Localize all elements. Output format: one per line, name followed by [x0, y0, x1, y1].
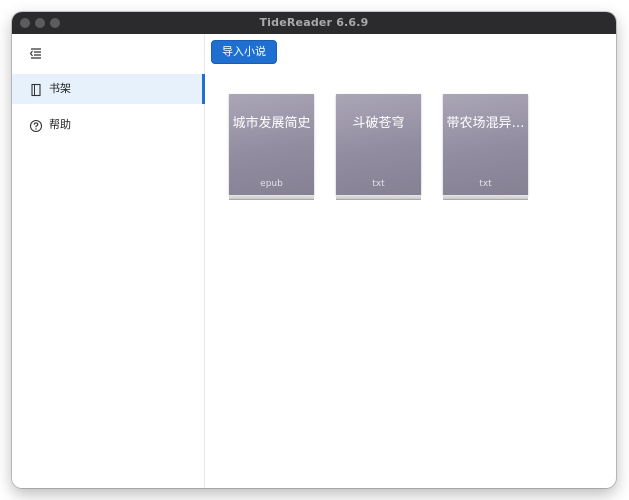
book-format: txt: [479, 179, 492, 189]
help-circle-icon: [29, 118, 43, 133]
book-title: 城市发展简史: [232, 116, 311, 131]
bookshelf-panel: 导入小说 城市发展简史 epub 斗破苍穹 txt 带农场混异… txt: [205, 34, 616, 488]
sidebar-item-bookshelf[interactable]: 书架: [12, 74, 205, 104]
title-bar: TideReader 6.6.9: [12, 12, 616, 34]
book-pages: [336, 195, 421, 200]
book-pages: [229, 195, 314, 200]
sidebar: 书架 帮助: [12, 34, 205, 488]
book-cover: 斗破苍穹 txt: [336, 94, 421, 195]
book-icon: [29, 82, 43, 97]
book-card[interactable]: 城市发展简史 epub: [229, 94, 314, 201]
book-pages: [443, 195, 528, 200]
import-novel-button[interactable]: 导入小说: [211, 40, 277, 64]
book-format: txt: [372, 179, 385, 189]
book-title: 斗破苍穹: [352, 116, 405, 131]
book-cover: 城市发展简史 epub: [229, 94, 314, 195]
book-card[interactable]: 带农场混异… txt: [443, 94, 528, 201]
app-window: TideReader 6.6.9 书架 帮助 导入小说 城市发展简史 epub …: [12, 12, 616, 488]
book-cover: 带农场混异… txt: [443, 94, 528, 195]
sidebar-item-label: 书架: [49, 82, 71, 95]
sidebar-item-help[interactable]: 帮助: [12, 110, 205, 140]
book-card[interactable]: 斗破苍穹 txt: [336, 94, 421, 201]
sidebar-item-label: 帮助: [49, 118, 71, 131]
book-title: 带农场混异…: [446, 116, 525, 131]
collapse-menu-icon[interactable]: [27, 44, 45, 62]
book-format: epub: [260, 179, 283, 189]
window-title: TideReader 6.6.9: [259, 16, 369, 29]
